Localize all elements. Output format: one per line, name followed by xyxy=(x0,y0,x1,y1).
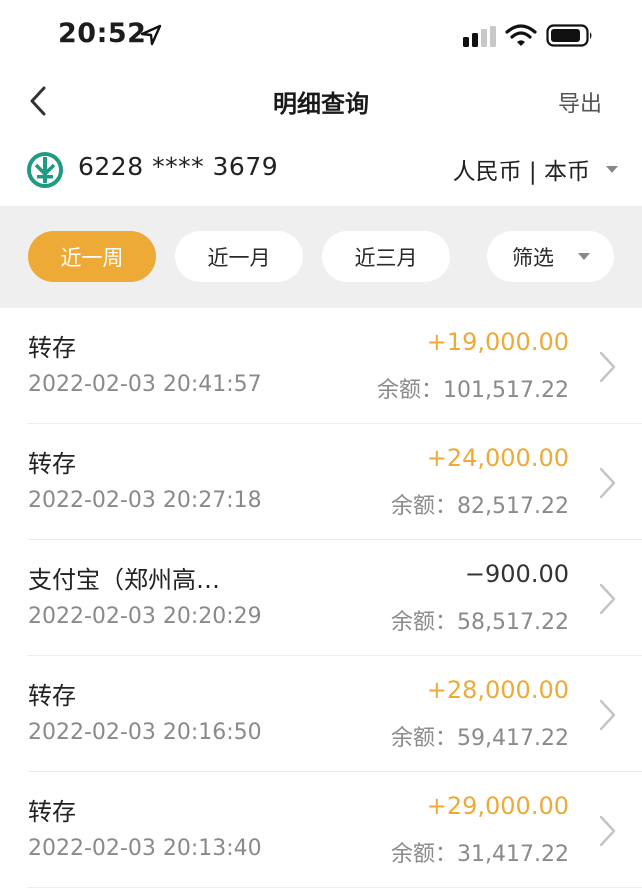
location-arrow-icon xyxy=(140,24,162,50)
cellular-signal-icon xyxy=(463,26,497,52)
back-button[interactable] xyxy=(24,84,54,118)
transaction-amount: +28,000.00 xyxy=(426,676,569,704)
wifi-icon xyxy=(505,23,537,51)
chevron-right-icon xyxy=(596,466,618,504)
caret-down-icon xyxy=(578,253,590,260)
chevron-left-icon xyxy=(30,86,46,116)
currency-label: 人民币 | 本币 xyxy=(452,159,590,185)
chevron-right-icon xyxy=(596,582,618,620)
transaction-time: 2022-02-03 20:16:50 xyxy=(28,720,262,745)
transaction-balance: 余额：82,517.22 xyxy=(391,494,569,519)
card-number: 6228 **** 3679 xyxy=(78,152,279,181)
transaction-row[interactable]: 支付宝（郑州高… 2022-02-03 20:20:29 −900.00 余额：… xyxy=(0,540,642,656)
transaction-row[interactable]: 转存 2022-02-03 20:16:50 +28,000.00 余额：59,… xyxy=(0,656,642,772)
chevron-right-icon xyxy=(596,350,618,388)
filter-dropdown[interactable]: 筛选 xyxy=(487,231,614,282)
status-time: 20:52 xyxy=(58,18,147,49)
filter-dropdown-label: 筛选 xyxy=(512,245,554,270)
transaction-amount: +19,000.00 xyxy=(426,328,569,356)
nav-bar: 明细查询 导出 xyxy=(0,70,642,132)
transaction-row[interactable]: 转存 2022-02-03 20:27:18 +24,000.00 余额：82,… xyxy=(0,424,642,540)
transaction-time: 2022-02-03 20:27:18 xyxy=(28,488,262,513)
transaction-title: 转存 xyxy=(28,798,76,826)
transaction-time: 2022-02-03 20:41:57 xyxy=(28,372,262,397)
transaction-row[interactable]: 转存 2022-02-03 20:13:40 +29,000.00 余额：31,… xyxy=(0,772,642,888)
account-row: 6228 **** 3679 人民币 | 本币 xyxy=(0,140,642,204)
bank-logo-icon xyxy=(27,152,63,192)
transaction-balance: 余额：58,517.22 xyxy=(391,610,569,635)
transaction-amount: −900.00 xyxy=(464,560,569,588)
export-button[interactable]: 导出 xyxy=(558,86,602,118)
transaction-title: 转存 xyxy=(28,334,76,362)
transaction-balance: 余额：31,417.22 xyxy=(391,842,569,867)
transaction-row[interactable]: 转存 2022-02-03 20:41:57 +19,000.00 余额：101… xyxy=(0,308,642,424)
currency-selector[interactable]: 人民币 | 本币 xyxy=(453,152,618,186)
transaction-time: 2022-02-03 20:13:40 xyxy=(28,836,262,861)
filter-bar: 近一周 近一月 近三月 筛选 xyxy=(0,206,642,308)
chevron-right-icon xyxy=(596,814,618,852)
filter-last-week[interactable]: 近一周 xyxy=(28,231,156,282)
transaction-title: 转存 xyxy=(28,450,76,478)
page-title: 明细查询 xyxy=(273,90,369,118)
status-bar: 20:52 xyxy=(0,0,642,70)
transaction-amount: +29,000.00 xyxy=(426,792,569,820)
caret-down-icon xyxy=(606,165,618,173)
battery-icon xyxy=(546,24,594,52)
transaction-title: 支付宝（郑州高… xyxy=(28,566,220,594)
transaction-amount: +24,000.00 xyxy=(426,444,569,472)
chevron-right-icon xyxy=(596,698,618,736)
transaction-time: 2022-02-03 20:20:29 xyxy=(28,604,262,629)
filter-last-month[interactable]: 近一月 xyxy=(175,231,303,282)
transaction-list: 转存 2022-02-03 20:41:57 +19,000.00 余额：101… xyxy=(0,308,642,888)
transaction-title: 转存 xyxy=(28,682,76,710)
filter-last-three-months[interactable]: 近三月 xyxy=(322,231,450,282)
transaction-balance: 余额：59,417.22 xyxy=(391,726,569,751)
transaction-balance: 余额：101,517.22 xyxy=(377,378,569,403)
